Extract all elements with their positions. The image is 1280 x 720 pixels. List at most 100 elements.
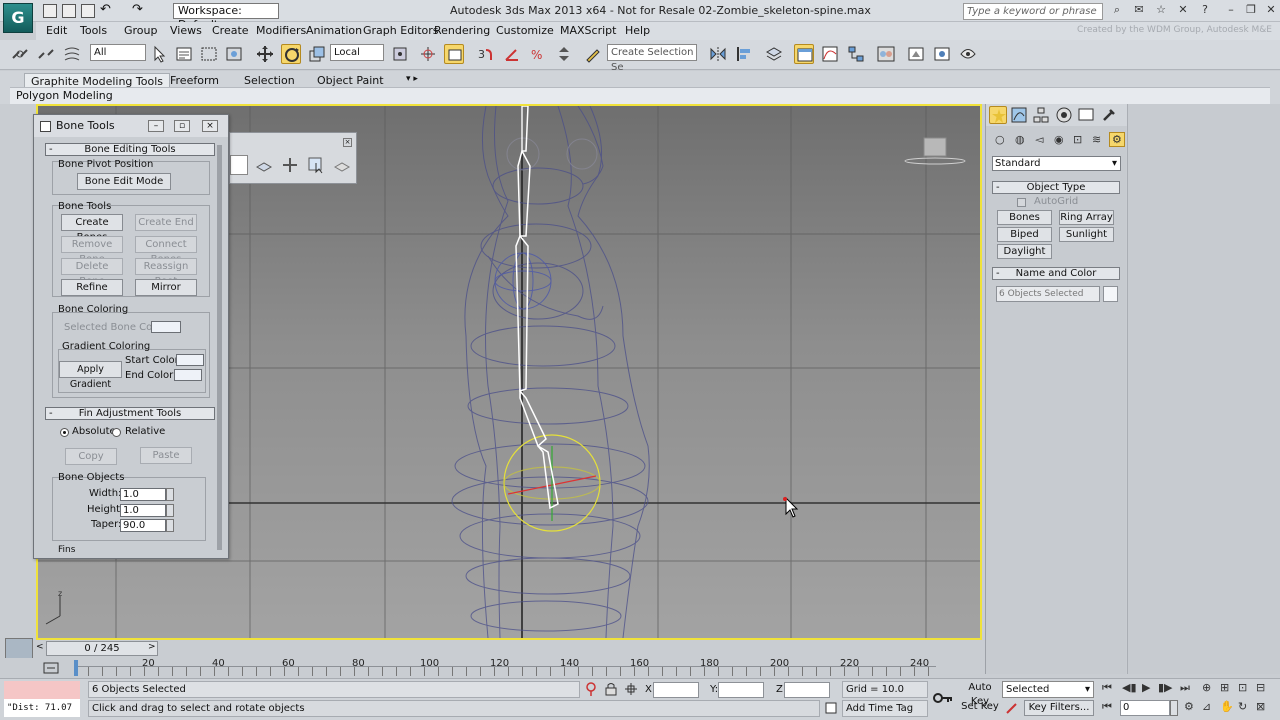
remove-bone-button[interactable]: Remove Bone bbox=[61, 236, 123, 265]
spinner-snap-icon[interactable] bbox=[554, 44, 574, 64]
height-spinner-arrows[interactable] bbox=[166, 504, 174, 517]
zoom-extents-icon[interactable]: ⊡ bbox=[1238, 681, 1247, 694]
current-frame-field[interactable]: 0 bbox=[1120, 700, 1170, 716]
window-crossing-icon[interactable] bbox=[224, 44, 244, 64]
width-spinner[interactable]: 1.0 bbox=[120, 488, 166, 501]
select-and-scale-icon[interactable] bbox=[307, 44, 327, 64]
connect-bones-button[interactable]: Connect Bones bbox=[135, 236, 197, 265]
hierarchy-tab-icon[interactable] bbox=[1032, 106, 1050, 124]
set-key-icon[interactable] bbox=[932, 687, 954, 709]
add-time-tag-icon[interactable] bbox=[824, 701, 838, 715]
schematic-view-icon[interactable] bbox=[846, 44, 866, 64]
bone-tools-scrollbar[interactable] bbox=[217, 145, 222, 550]
percent-snap-icon[interactable]: % bbox=[528, 44, 548, 64]
daylight-button[interactable]: Daylight bbox=[997, 244, 1052, 259]
go-to-start-icon[interactable]: ⏮ bbox=[1102, 681, 1112, 695]
auto-key-button[interactable]: Auto Key bbox=[960, 681, 1000, 707]
paste-button[interactable]: Paste bbox=[140, 447, 192, 464]
maxscript-listener-output[interactable]: "Dist: 71.07 bbox=[4, 699, 80, 717]
render-setup-icon[interactable] bbox=[906, 44, 926, 64]
ring-array-button[interactable]: Ring Array bbox=[1059, 210, 1114, 225]
floater-close-icon[interactable]: × bbox=[343, 138, 352, 147]
render-production-icon[interactable] bbox=[958, 44, 978, 64]
restore-button[interactable]: ❐ bbox=[1242, 3, 1260, 17]
add-time-tag-button[interactable]: Add Time Tag bbox=[842, 700, 928, 717]
help-icon[interactable]: ? bbox=[1196, 3, 1214, 17]
height-spinner[interactable]: 1.0 bbox=[120, 504, 166, 517]
layer-manager-icon[interactable] bbox=[764, 44, 784, 64]
tab-selection[interactable]: Selection bbox=[238, 73, 301, 88]
end-color-swatch[interactable] bbox=[174, 369, 202, 381]
bone-editing-tools-rollout[interactable]: - Bone Editing Tools bbox=[45, 143, 215, 156]
angle-snap-icon[interactable] bbox=[502, 44, 522, 64]
menu-edit[interactable]: Edit bbox=[46, 24, 67, 37]
z-coordinate-field[interactable] bbox=[784, 682, 830, 698]
time-slider-right-arrow[interactable]: > bbox=[148, 642, 156, 656]
key-mode-dropdown[interactable]: Selected ▾ bbox=[1002, 681, 1094, 698]
minimize-button[interactable]: – bbox=[1222, 3, 1240, 17]
modify-tab-icon[interactable] bbox=[1010, 106, 1028, 124]
width-spinner-arrows[interactable] bbox=[166, 488, 174, 501]
material-editor-icon[interactable] bbox=[876, 44, 896, 64]
object-type-rollout[interactable]: - Object Type bbox=[992, 181, 1120, 194]
play-icon[interactable]: ▶ bbox=[1142, 681, 1150, 694]
tab-freeform[interactable]: Freeform bbox=[164, 73, 225, 88]
save-file-icon[interactable] bbox=[81, 4, 95, 18]
select-and-manipulate-icon[interactable] bbox=[418, 44, 438, 64]
create-end-button[interactable]: Create End bbox=[135, 214, 197, 231]
bone-tools-close-button[interactable]: × bbox=[202, 120, 218, 132]
new-file-icon[interactable] bbox=[43, 4, 57, 18]
menu-graph-editors[interactable]: Graph Editors bbox=[363, 24, 439, 37]
select-by-name-icon[interactable] bbox=[174, 44, 194, 64]
menu-tools[interactable]: Tools bbox=[80, 24, 107, 37]
select-bone-icon[interactable] bbox=[306, 155, 326, 175]
autogrid-checkbox[interactable] bbox=[1017, 198, 1026, 207]
named-selection-dropdown[interactable]: Create Selection Se bbox=[607, 44, 697, 73]
zoom-icon[interactable]: ⊕ bbox=[1202, 681, 1211, 694]
menu-group[interactable]: Group bbox=[124, 24, 158, 37]
menu-modifiers[interactable]: Modifiers bbox=[256, 24, 306, 37]
bone-layer-icon[interactable] bbox=[254, 155, 274, 175]
copy-button[interactable]: Copy bbox=[65, 448, 117, 465]
menu-animation[interactable]: Animation bbox=[306, 24, 362, 37]
select-and-rotate-icon[interactable] bbox=[281, 44, 301, 64]
taper-spinner-arrows[interactable] bbox=[166, 519, 174, 532]
menu-rendering[interactable]: Rendering bbox=[434, 24, 490, 37]
search-input[interactable]: Type a keyword or phrase bbox=[963, 3, 1103, 20]
floater-dropdown[interactable] bbox=[230, 155, 248, 175]
create-tab-icon[interactable] bbox=[989, 106, 1007, 124]
bones-button[interactable]: Bones bbox=[997, 210, 1052, 225]
bind-to-space-warp-icon[interactable] bbox=[62, 44, 82, 64]
bone-tools-title[interactable]: Bone Tools bbox=[34, 115, 228, 137]
geometry-icon[interactable]: ○ bbox=[995, 133, 1005, 146]
close-button[interactable]: ✕ bbox=[1262, 3, 1280, 17]
zoom-extents-all-icon[interactable]: ⊟ bbox=[1256, 681, 1265, 694]
field-of-view-icon[interactable]: ⊿ bbox=[1202, 700, 1211, 713]
maxscript-listener-input[interactable] bbox=[4, 681, 80, 699]
graphite-toggle-icon[interactable] bbox=[794, 44, 814, 64]
curve-editor-icon[interactable] bbox=[820, 44, 840, 64]
isolate-selection-icon[interactable] bbox=[584, 682, 598, 696]
shapes-icon[interactable]: ◍ bbox=[1015, 133, 1025, 146]
helpers-icon[interactable]: ⊡ bbox=[1073, 133, 1082, 146]
next-frame-icon[interactable]: ▮▶ bbox=[1158, 681, 1173, 694]
use-pivot-center-icon[interactable] bbox=[390, 44, 410, 64]
selection-filter-dropdown[interactable]: All bbox=[90, 44, 146, 61]
biped-button[interactable]: Biped bbox=[997, 227, 1052, 242]
category-dropdown[interactable]: Standard ▾ bbox=[992, 156, 1121, 171]
reassign-root-button[interactable]: Reassign Root bbox=[135, 258, 197, 287]
key-filter-icon[interactable] bbox=[1004, 700, 1020, 716]
mirror-button[interactable]: Mirror bbox=[135, 279, 197, 296]
align-icon[interactable] bbox=[734, 44, 754, 64]
taper-spinner[interactable]: 90.0 bbox=[120, 519, 166, 532]
x-coordinate-field[interactable] bbox=[653, 682, 699, 698]
go-to-end-icon[interactable]: ⏭ bbox=[1180, 681, 1190, 695]
ribbon-options-icon[interactable]: ▾ ▸ bbox=[400, 73, 424, 85]
selection-lock-icon[interactable] bbox=[604, 682, 618, 696]
relative-radio[interactable] bbox=[112, 428, 121, 437]
bone-tools-maximize-button[interactable]: ▫ bbox=[174, 120, 190, 132]
unlink-icon[interactable] bbox=[36, 44, 56, 64]
menu-create[interactable]: Create bbox=[212, 24, 249, 37]
refine-button[interactable]: Refine bbox=[61, 279, 123, 296]
display-tab-icon[interactable] bbox=[1077, 106, 1095, 124]
